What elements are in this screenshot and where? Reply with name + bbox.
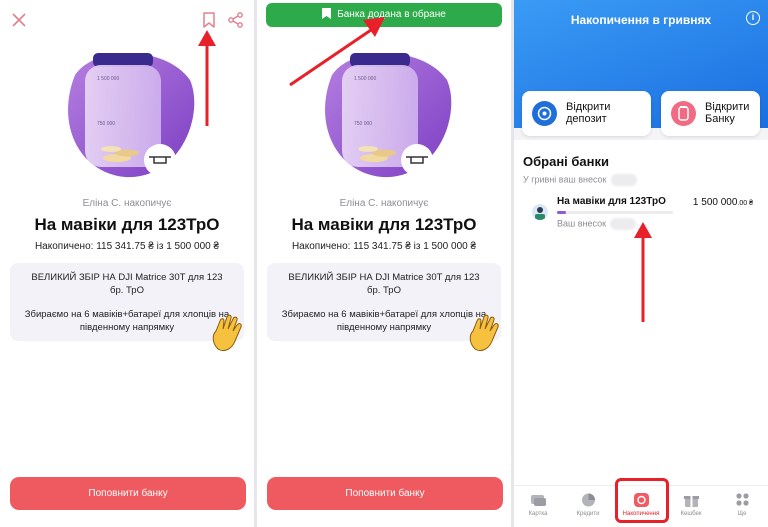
cards-icon bbox=[530, 495, 546, 506]
nav-credits[interactable]: Кредити bbox=[568, 492, 608, 517]
favorite-jars-section: Обрані банки У гривні ваш внесок На маві… bbox=[514, 140, 768, 485]
jar-title: На мавіки для 123ТрО bbox=[34, 215, 220, 234]
jar-illustration: 1 500 000 750 000 bbox=[68, 53, 195, 178]
pie-chart-icon bbox=[581, 493, 595, 507]
top-up-jar-button[interactable]: Поповнити банку bbox=[267, 477, 503, 510]
jar-avatar bbox=[532, 204, 548, 220]
jar-progress-text: Накопичено: 115 341.75 ₴ із 1 500 000 ₴ bbox=[34, 241, 220, 252]
saver-text: Еліна С. накопичує bbox=[339, 198, 429, 209]
favorite-jars-subtitle: У гривні ваш внесок bbox=[523, 174, 637, 186]
description-card: ВЕЛИКИЙ ЗБІР НА DJI Matrice 30T для 123 … bbox=[10, 263, 244, 352]
top-up-jar-button[interactable]: Поповнити банку bbox=[10, 477, 246, 510]
gift-icon bbox=[683, 496, 699, 507]
blurred-amount bbox=[610, 174, 637, 186]
nav-more[interactable]: Ще bbox=[722, 492, 762, 517]
open-deposit-card[interactable]: Відкрити депозит bbox=[522, 91, 651, 136]
savings-screen: Накопичення в гривнях i Відкрити депозит… bbox=[514, 0, 768, 527]
jar-screen: 1 500 000 750 000 Еліна С. накопичує На … bbox=[0, 0, 254, 527]
description-line-2: Збираємо на 6 мавіків+батареї для хлопці… bbox=[24, 309, 230, 333]
jar-progress-bar bbox=[557, 211, 673, 214]
added-to-favorites-toast: Банка додана в обране bbox=[266, 3, 502, 27]
bookmark-filled-icon bbox=[322, 8, 332, 19]
more-grid-icon bbox=[735, 493, 749, 506]
info-icon[interactable]: i bbox=[746, 11, 760, 25]
jar-target-amount: 1 500 000.00 ₴ bbox=[692, 197, 753, 208]
savings-title: Накопичення в гривнях bbox=[570, 13, 712, 27]
jar-progress-text: Накопичено: 115 341.75 ₴ із 1 500 000 ₴ bbox=[291, 241, 477, 252]
deposit-icon bbox=[532, 101, 557, 126]
open-jar-label: Відкрити Банку bbox=[705, 101, 750, 125]
blurred-amount bbox=[610, 218, 637, 230]
share-icon[interactable] bbox=[227, 11, 245, 29]
toast-text: Банка додана в обране bbox=[337, 9, 446, 20]
jar-label-mid: 750 000 bbox=[97, 121, 115, 127]
waving-hand-icon bbox=[469, 314, 499, 352]
jar-label-mid: 750 000 bbox=[354, 121, 372, 127]
nav-cashback[interactable]: Кешбек bbox=[671, 492, 711, 517]
jar-progress-fill bbox=[557, 211, 566, 214]
description-line-1: ВЕЛИКИЙ ЗБІР НА DJI Matrice 30T для 123 … bbox=[288, 272, 480, 296]
description-card: ВЕЛИКИЙ ЗБІР НА DJI Matrice 30T для 123 … bbox=[267, 263, 501, 352]
description-line-2: Збираємо на 6 мавіків+батареї для хлопці… bbox=[281, 309, 487, 333]
close-icon[interactable] bbox=[10, 11, 28, 29]
favorite-jars-title: Обрані банки bbox=[523, 154, 609, 169]
open-jar-card[interactable]: Відкрити Банку bbox=[661, 91, 760, 136]
bookmark-icon[interactable] bbox=[200, 11, 218, 29]
waving-hand-icon bbox=[212, 314, 242, 352]
your-contribution: Ваш внесок bbox=[557, 218, 637, 230]
description-line-1: ВЕЛИКИЙ ЗБІР НА DJI Matrice 30T для 123 … bbox=[31, 272, 223, 296]
jar-label-top: 1 500 000 bbox=[97, 76, 119, 82]
annotation-highlight-box bbox=[615, 478, 669, 523]
jar-label-top: 1 500 000 bbox=[354, 76, 376, 82]
saver-text: Еліна С. накопичує bbox=[82, 198, 172, 209]
jar-title: На мавіки для 123ТрО bbox=[291, 215, 477, 234]
jar-illustration: 1 500 000 750 000 bbox=[325, 53, 452, 178]
open-deposit-label: Відкрити депозит bbox=[566, 101, 611, 125]
favorite-jar-row[interactable]: На мавіки для 123ТрО 1 500 000.00 ₴ Ваш … bbox=[523, 194, 763, 234]
jar-icon bbox=[671, 101, 696, 126]
jar-screen-bookmarked: Банка додана в обране 1 500 000 750 000 … bbox=[257, 0, 511, 527]
nav-cards[interactable]: Картка bbox=[518, 492, 558, 517]
jar-name: На мавіки для 123ТрО bbox=[557, 196, 666, 207]
